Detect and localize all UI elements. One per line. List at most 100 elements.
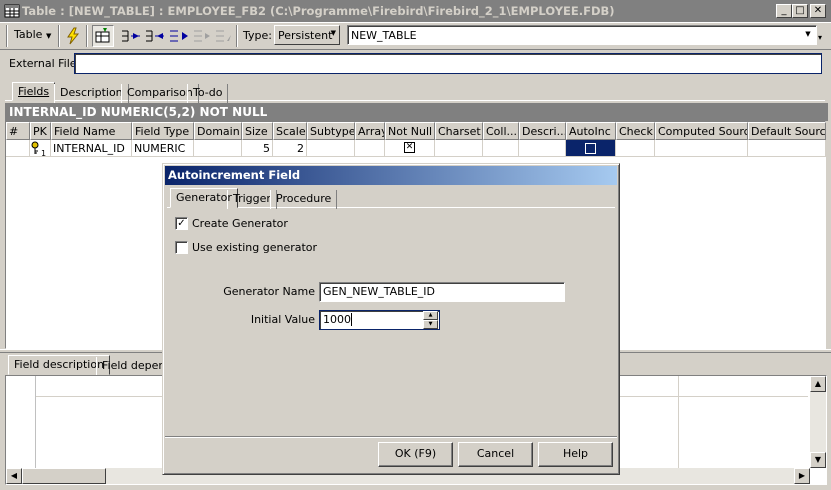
initial-value-spinner[interactable]: ▲ ▼ — [423, 311, 438, 329]
scale-cell[interactable]: 2 — [273, 140, 307, 157]
table-menu-button[interactable]: Table ▼ — [14, 28, 51, 41]
vertical-scrollbar[interactable]: ▲ ▼ — [810, 376, 826, 468]
autoincrement-dialog: Autoincrement Field Generator Trigger Pr… — [162, 163, 620, 475]
column-header[interactable]: Check — [616, 122, 655, 140]
column-header[interactable]: # — [6, 122, 30, 140]
description-cell[interactable] — [519, 140, 566, 157]
chevron-down-icon[interactable]: ▼ — [801, 27, 815, 43]
cancel-button[interactable]: Cancel — [458, 442, 533, 467]
external-file-label: External File — [9, 57, 77, 70]
edit-mode-button[interactable] — [92, 25, 114, 47]
ok-button[interactable]: OK (F9) — [378, 442, 453, 467]
generator-name-label: Generator Name — [223, 285, 315, 298]
column-header[interactable]: Not Null — [385, 122, 435, 140]
help-button[interactable]: Help — [538, 442, 613, 467]
size-cell[interactable]: 5 — [242, 140, 273, 157]
column-header[interactable]: Descri... — [519, 122, 566, 140]
tab-field-description[interactable]: Field description — [8, 355, 111, 375]
subtype-cell[interactable] — [307, 140, 355, 157]
scroll-right-icon[interactable]: ▶ — [794, 468, 810, 484]
column-header[interactable]: Charset — [435, 122, 483, 140]
dialog-divider — [165, 436, 617, 438]
generator-name-input[interactable]: GEN_NEW_TABLE_ID — [319, 282, 565, 302]
minimize-button[interactable]: _ — [776, 4, 792, 18]
table-name-combo[interactable]: NEW_TABLE ▼ — [347, 25, 817, 45]
column-header[interactable]: Default Source — [748, 122, 826, 140]
window-title: Table : [NEW_TABLE] : EMPLOYEE_FB2 (C:\P… — [22, 4, 615, 18]
computed-source-cell[interactable] — [655, 140, 748, 157]
add-field-icon[interactable] — [144, 28, 166, 44]
row-number-cell[interactable] — [6, 140, 30, 157]
column-header[interactable]: Computed Source — [655, 122, 748, 140]
delete-field-disabled-icon[interactable] — [214, 28, 234, 44]
initial-value-input[interactable]: 1000 — [319, 310, 440, 330]
column-header[interactable]: AutoInc — [566, 122, 616, 140]
pk-order: 1 — [41, 149, 47, 157]
type-select[interactable]: Persistent ▼ — [274, 25, 340, 45]
tab-procedure[interactable]: Procedure — [270, 190, 338, 209]
use-existing-generator-checkbox[interactable] — [175, 241, 188, 254]
chevron-down-icon: ▼ — [330, 29, 336, 37]
column-header[interactable]: Field Type — [132, 122, 194, 140]
toolbar-separator — [58, 25, 60, 47]
column-header[interactable]: Field Name — [51, 122, 132, 140]
autoinc-cell[interactable] — [566, 140, 616, 157]
tab-comparison-label: Comparison — [127, 86, 193, 99]
scroll-down-icon[interactable]: ▼ — [810, 452, 826, 468]
create-generator-checkbox[interactable]: ✓ — [175, 217, 188, 230]
type-label: Type: — [243, 29, 272, 42]
tab-fields[interactable]: Fields — [12, 82, 56, 101]
not-null-checkbox[interactable]: ✕ — [404, 142, 415, 153]
editor-column-line — [678, 376, 679, 468]
insert-field-icon[interactable] — [120, 28, 142, 44]
tab-trigger-label: Trigger — [233, 192, 271, 205]
append-field-icon[interactable] — [168, 28, 190, 44]
spin-up-icon[interactable]: ▲ — [423, 311, 438, 320]
table-menu-label: Table — [14, 28, 43, 41]
spin-down-icon[interactable]: ▼ — [423, 320, 438, 329]
collation-cell[interactable] — [483, 140, 519, 157]
domain-cell[interactable] — [194, 140, 242, 157]
move-field-disabled-icon[interactable] — [192, 28, 212, 44]
charset-cell[interactable] — [435, 140, 483, 157]
compile-lightning-icon[interactable] — [64, 27, 82, 45]
external-file-input[interactable] — [74, 53, 822, 74]
close-button[interactable]: ✕ — [810, 4, 826, 18]
check-cell[interactable] — [616, 140, 655, 157]
field-name-cell[interactable]: INTERNAL_ID — [51, 140, 132, 157]
scroll-up-icon[interactable]: ▲ — [810, 376, 826, 392]
column-header[interactable]: Domain — [194, 122, 242, 140]
column-header[interactable]: Coll... — [483, 122, 519, 140]
not-null-cell[interactable]: ✕ — [385, 140, 435, 157]
initial-value-text: 1000 — [323, 313, 351, 326]
column-header[interactable]: Array — [355, 122, 385, 140]
table-icon — [4, 4, 20, 18]
editor-gutter — [6, 376, 36, 468]
scroll-left-icon[interactable]: ◀ — [6, 468, 22, 484]
column-header[interactable]: Scale — [273, 122, 307, 140]
create-generator-label[interactable]: Create Generator — [192, 217, 288, 230]
array-cell[interactable] — [355, 140, 385, 157]
scroll-thumb[interactable] — [22, 468, 106, 484]
tab-description[interactable]: Description — [54, 84, 129, 103]
tab-fields-label: Fields — [18, 85, 50, 98]
field-type-cell[interactable]: NUMERIC — [132, 140, 194, 157]
default-source-cell[interactable] — [748, 140, 826, 157]
tab-todo-label: To-do — [193, 86, 223, 99]
pk-cell[interactable]: 1 — [30, 140, 51, 157]
toolbar-grip — [6, 25, 8, 47]
window-title-bar: Table : [NEW_TABLE] : EMPLOYEE_FB2 (C:\P… — [0, 0, 831, 22]
selected-field-header: INTERNAL_ID NUMERIC(5,2) NOT NULL — [5, 103, 828, 121]
toolbar-overflow-icon[interactable]: ▾ — [818, 33, 822, 42]
column-header[interactable]: Size — [242, 122, 273, 140]
toolbar: Table ▼ Type: Persistent ▼ NEW_TABLE ▼ ▾ — [0, 22, 831, 50]
tab-procedure-label: Procedure — [276, 192, 332, 205]
maximize-button[interactable]: □ — [792, 4, 808, 18]
autoinc-checkbox[interactable] — [585, 143, 596, 154]
column-header[interactable]: Subtype — [307, 122, 355, 140]
table-name-value: NEW_TABLE — [351, 28, 417, 42]
tab-todo[interactable]: To-do — [187, 84, 229, 103]
column-header[interactable]: PK — [30, 122, 51, 140]
primary-key-icon — [31, 141, 39, 154]
use-existing-generator-label[interactable]: Use existing generator — [192, 241, 317, 254]
